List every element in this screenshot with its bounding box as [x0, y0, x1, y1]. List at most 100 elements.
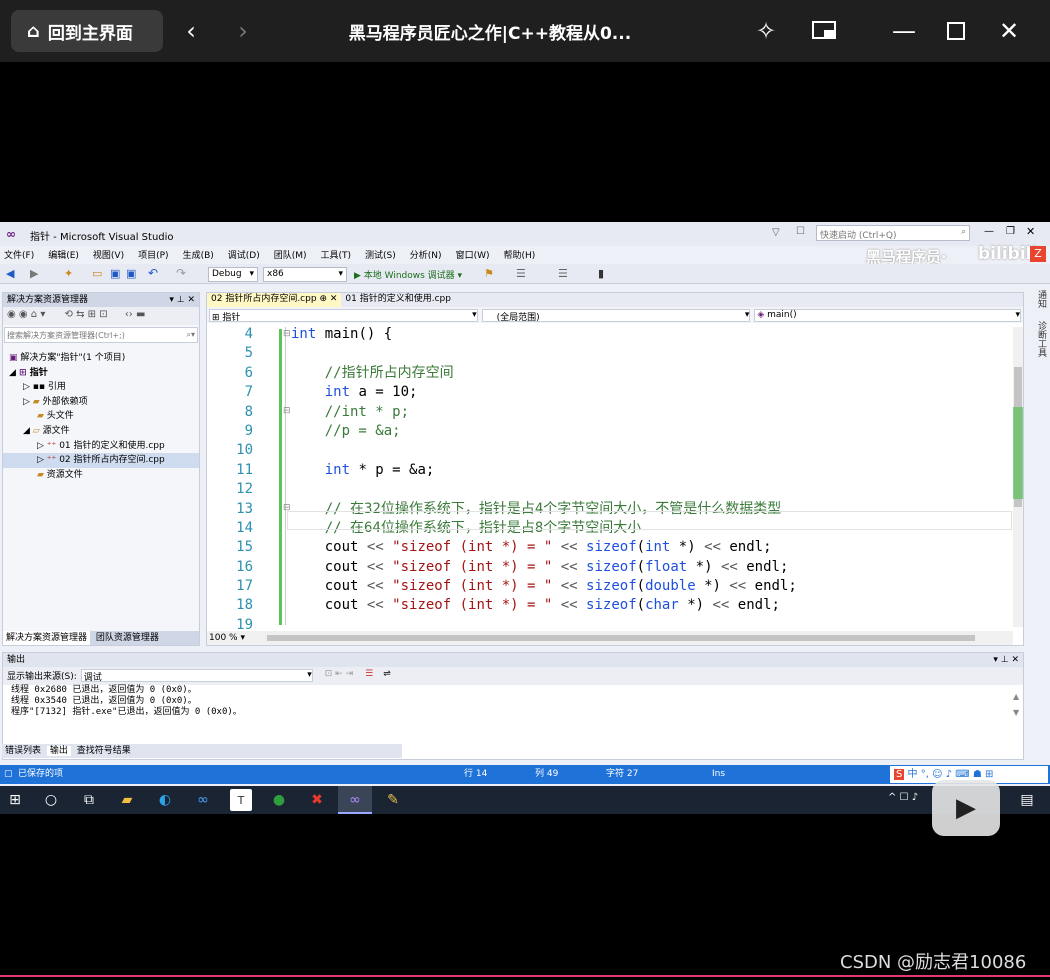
save-icon[interactable]: ▣: [110, 267, 120, 280]
code-text[interactable]: cout << "sizeof (int *) = " << sizeof(ch…: [291, 596, 780, 615]
filter-icon[interactable]: ▽: [772, 227, 780, 238]
nav-project-select[interactable]: ⊞ 指针 ▾: [209, 309, 478, 323]
tab-file-other[interactable]: 01 指针的定义和使用.cpp: [341, 293, 455, 307]
nav-function-select[interactable]: ◈ main() ▾: [754, 309, 1021, 322]
vs-minimize-icon[interactable]: —: [984, 226, 994, 237]
close-icon[interactable]: ✕: [995, 17, 1023, 45]
menu-item[interactable]: 窗口(W): [456, 251, 490, 261]
tree-sources[interactable]: ◢ ▱ 源文件: [3, 424, 199, 439]
file-explorer-icon[interactable]: ▰: [116, 789, 138, 811]
code-view-icon[interactable]: ‹› ▬: [125, 309, 146, 320]
code-text[interactable]: int a = 10;: [291, 383, 418, 402]
open-file-icon[interactable]: ▭: [92, 267, 102, 280]
code-text[interactable]: int main() {: [291, 325, 392, 344]
code-line[interactable]: 7 int a = 10;: [223, 383, 1013, 402]
code-line[interactable]: 10: [223, 441, 1013, 460]
tree-resources[interactable]: ▰ 资源文件: [3, 468, 199, 483]
code-line[interactable]: 17 cout << "sizeof (int *) = " << sizeof…: [223, 577, 1013, 596]
code-lines[interactable]: 4 int main() {5 6 //指针所占内存空间 7 int a = 10; 8…: [223, 325, 1013, 635]
output-nav-icon[interactable]: ⊡ ⇤ ⇥: [325, 669, 353, 683]
minimize-icon[interactable]: —: [890, 17, 918, 45]
code-text[interactable]: cout << "sizeof (int *) = " << sizeof(do…: [291, 577, 797, 596]
comment-icon[interactable]: ☰: [516, 267, 526, 280]
back-nav-icon[interactable]: ◀: [6, 267, 14, 280]
system-tray[interactable]: ^ ☐ ♪: [888, 792, 918, 803]
tree-file-1[interactable]: ▷ ⁺⁺ 01 指针的定义和使用.cpp: [3, 439, 199, 454]
menu-item[interactable]: 编辑(E): [48, 251, 79, 261]
tab-file-active[interactable]: 02 指针所占内存空间.cpp ⊕ ✕: [207, 293, 342, 307]
pin-icon[interactable]: ✧: [752, 17, 780, 45]
undo-icon[interactable]: ↶: [148, 266, 158, 280]
tab-solution-explorer[interactable]: 解决方案资源管理器: [3, 631, 91, 645]
platform-select[interactable]: x86 ▾: [263, 267, 347, 282]
panel-controls-icon[interactable]: ▾ ⊥ ✕: [169, 293, 195, 307]
code-line[interactable]: 12: [223, 480, 1013, 499]
menu-item[interactable]: 调试(D): [228, 251, 260, 261]
config-select[interactable]: Debug ▾: [208, 267, 258, 282]
visual-studio-taskbar-button[interactable]: ∞: [338, 786, 372, 814]
quick-launch-input[interactable]: 快速启动 (Ctrl+Q) ⌕: [816, 225, 970, 241]
panel-controls-icon[interactable]: ▾ ⊥ ✕: [993, 653, 1019, 667]
chevron-right-icon[interactable]: ›: [232, 17, 254, 45]
baidu-netdisk-icon[interactable]: ∞: [192, 789, 214, 811]
code-text[interactable]: //int * p;: [291, 403, 409, 422]
pip-icon[interactable]: [810, 17, 838, 45]
code-line[interactable]: 11 int * p = &a;: [223, 461, 1013, 480]
bookmark-icon[interactable]: ▮: [598, 267, 604, 280]
save-all-icon[interactable]: ▣: [126, 267, 136, 280]
search-icon[interactable]: ○: [40, 789, 62, 811]
toolbar-tool-icon[interactable]: ⚑: [484, 267, 494, 280]
diagnostic-tools-tab[interactable]: 诊断工具: [1036, 321, 1046, 357]
typora-icon[interactable]: T: [230, 789, 252, 811]
edge-icon[interactable]: ◐: [154, 789, 176, 811]
output-source-select[interactable]: 调试 ▾: [80, 669, 313, 683]
code-line[interactable]: 5: [223, 344, 1013, 363]
play-button[interactable]: ▶: [932, 780, 1000, 836]
home-button[interactable]: ⌂ 回到主界面: [11, 10, 163, 52]
code-text[interactable]: int * p = &a;: [291, 461, 435, 480]
windows-start-icon[interactable]: ⊞: [4, 789, 26, 811]
menu-item[interactable]: 视图(V): [93, 251, 124, 261]
menu-item[interactable]: 团队(M): [274, 251, 307, 261]
feedback-icon[interactable]: ☐: [796, 226, 805, 237]
code-line[interactable]: 8 //int * p;: [223, 403, 1013, 422]
sync-icon[interactable]: ⟲ ⇆ ⊞ ⊡: [65, 309, 108, 320]
new-project-icon[interactable]: ✦: [64, 267, 73, 280]
code-text[interactable]: //p = &a;: [291, 422, 401, 441]
menu-item[interactable]: 测试(S): [365, 251, 396, 261]
zoom-level[interactable]: 100 %: [207, 633, 238, 643]
tree-references[interactable]: ▷ ▪▪ 引用: [3, 380, 199, 395]
tree-file-2[interactable]: ▷ ⁺⁺ 02 指针所占内存空间.cpp: [3, 453, 199, 468]
horizontal-scrollbar[interactable]: [267, 635, 975, 641]
code-line[interactable]: 15 cout << "sizeof (int *) = " << sizeof…: [223, 538, 1013, 557]
vertical-scrollbar[interactable]: [1013, 327, 1023, 627]
menu-item[interactable]: 文件(F): [4, 251, 34, 261]
menu-item[interactable]: 生成(B): [183, 251, 214, 261]
indent-icon[interactable]: ☰: [558, 267, 568, 280]
vs-close-icon[interactable]: ✕: [1026, 225, 1035, 238]
media-app-icon[interactable]: ●: [268, 789, 290, 811]
tree-external-deps[interactable]: ▷ ▰ 外部依赖项: [3, 395, 199, 410]
vs-restore-icon[interactable]: ❐: [1006, 226, 1015, 237]
menu-item[interactable]: 项目(P): [138, 251, 168, 261]
maximize-icon[interactable]: [942, 17, 970, 45]
forward-nav-icon[interactable]: ▶: [30, 267, 38, 280]
menu-item[interactable]: 帮助(H): [503, 251, 535, 261]
nav-scope-select[interactable]: (全局范围) ▾: [481, 309, 751, 323]
code-line[interactable]: 6 //指针所占内存空间: [223, 364, 1013, 383]
tab-close-icon[interactable]: ⊕ ✕: [319, 294, 337, 304]
notification-center-icon[interactable]: ▤: [1016, 789, 1038, 811]
home-nav-icon[interactable]: ◉ ◉ ⌂ ▾: [7, 309, 45, 320]
output-scrollbar[interactable]: ▲ ▼: [1013, 689, 1023, 739]
task-view-icon[interactable]: ⧉: [78, 789, 100, 811]
redo-icon[interactable]: ↷: [176, 266, 186, 280]
solution-search-input[interactable]: 搜索解决方案资源管理器(Ctrl+;) ⌕▾: [4, 327, 198, 343]
start-debugging-button[interactable]: ▶ 本地 Windows 调试器 ▾: [354, 268, 462, 281]
tab-error-list[interactable]: 错误列表: [2, 746, 44, 756]
menu-item[interactable]: 工具(T): [321, 251, 352, 261]
code-text[interactable]: cout << "sizeof (int *) = " << sizeof(in…: [291, 538, 772, 557]
chevron-left-icon[interactable]: ‹: [180, 17, 202, 45]
tab-team-explorer[interactable]: 团队资源管理器: [93, 633, 162, 643]
clear-output-icon[interactable]: ☰: [365, 669, 373, 683]
code-line[interactable]: 9 //p = &a;: [223, 422, 1013, 441]
